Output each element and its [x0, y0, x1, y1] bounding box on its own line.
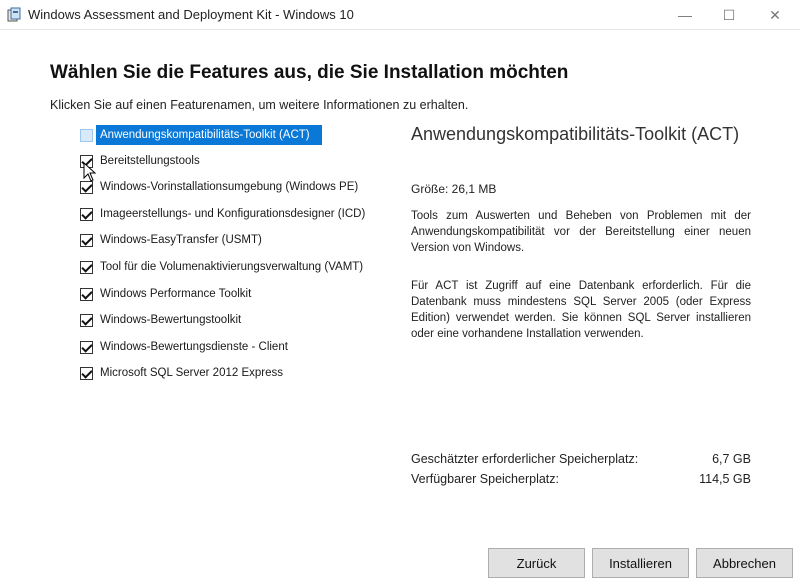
feature-description: Tools zum Auswerten und Beheben von Prob…	[411, 210, 751, 254]
required-space-row: Geschätzter erforderlicher Speicherplatz…	[411, 452, 751, 466]
feature-item-usmt[interactable]: Windows-EasyTransfer (USMT)	[80, 228, 266, 252]
feature-size: Größe: 26,1 MB	[411, 182, 497, 196]
available-space-value: 114,5 GB	[699, 472, 751, 486]
checkbox-icon[interactable]	[80, 260, 93, 274]
feature-item-performance-toolkit[interactable]: Windows Performance Toolkit	[80, 282, 255, 306]
feature-detail-title: Anwendungskompatibilitäts-Toolkit (ACT)	[411, 124, 740, 144]
checkbox-icon[interactable]	[80, 207, 93, 221]
required-space-value: 6,7 GB	[712, 452, 751, 466]
checkbox-icon[interactable]	[80, 313, 93, 327]
feature-label[interactable]: Microsoft SQL Server 2012 Express	[96, 364, 287, 382]
feature-item-windows-pe[interactable]: Windows-Vorinstallationsumgebung (Window…	[80, 175, 362, 199]
feature-label[interactable]: Bereitstellungstools	[96, 152, 204, 170]
minimize-button[interactable]: —	[662, 0, 708, 30]
checkbox-icon[interactable]	[80, 366, 93, 380]
checkbox-icon[interactable]	[80, 128, 93, 142]
feature-item-assessment-toolkit[interactable]: Windows-Bewertungstoolkit	[80, 308, 245, 332]
maximize-button[interactable]: ☐	[706, 0, 752, 30]
feature-label[interactable]: Imageerstellungs- und Konfigurationsdesi…	[96, 205, 369, 223]
instruction-text: Klicken Sie auf einen Featurenamen, um w…	[50, 98, 469, 112]
feature-label[interactable]: Windows-Vorinstallationsumgebung (Window…	[96, 178, 362, 196]
window-title: Windows Assessment and Deployment Kit - …	[28, 7, 354, 22]
feature-requirements: Für ACT ist Zugriff auf eine Datenbank e…	[411, 280, 751, 340]
feature-item-act[interactable]: Anwendungskompatibilitäts-Toolkit (ACT)	[80, 123, 322, 147]
feature-item-vamt[interactable]: Tool für die Volumenaktivierungsverwaltu…	[80, 255, 367, 279]
cancel-button[interactable]: Abbrechen	[696, 548, 793, 578]
page-title: Wählen Sie die Features aus, die Sie Ins…	[50, 62, 569, 83]
feature-label[interactable]: Windows Performance Toolkit	[96, 285, 255, 303]
feature-label[interactable]: Windows-Bewertungsdienste - Client	[96, 338, 292, 356]
feature-item-sql-express[interactable]: Microsoft SQL Server 2012 Express	[80, 361, 287, 385]
checkbox-icon[interactable]	[80, 340, 93, 354]
feature-label[interactable]: Windows-EasyTransfer (USMT)	[96, 231, 266, 249]
available-space-label: Verfügbarer Speicherplatz:	[411, 472, 560, 486]
checkbox-icon[interactable]	[80, 287, 93, 301]
back-button[interactable]: Zurück	[488, 548, 585, 578]
available-space-row: Verfügbarer Speicherplatz: 114,5 GB	[411, 472, 751, 486]
title-bar: Windows Assessment and Deployment Kit - …	[0, 0, 800, 30]
required-space-label: Geschätzter erforderlicher Speicherplatz…	[411, 452, 639, 466]
checkbox-icon[interactable]	[80, 233, 93, 247]
install-button[interactable]: Installieren	[592, 548, 689, 578]
feature-item-deployment-tools[interactable]: Bereitstellungstools	[80, 149, 204, 173]
feature-item-assessment-services[interactable]: Windows-Bewertungsdienste - Client	[80, 335, 292, 359]
checkbox-icon[interactable]	[80, 180, 93, 194]
mouse-cursor-icon	[83, 162, 97, 182]
feature-label[interactable]: Anwendungskompatibilitäts-Toolkit (ACT)	[96, 125, 322, 145]
feature-label[interactable]: Tool für die Volumenaktivierungsverwaltu…	[96, 258, 367, 276]
feature-item-icd[interactable]: Imageerstellungs- und Konfigurationsdesi…	[80, 202, 369, 226]
close-button[interactable]: ✕	[752, 0, 798, 30]
installer-app-icon	[7, 7, 21, 22]
feature-label[interactable]: Windows-Bewertungstoolkit	[96, 311, 245, 329]
